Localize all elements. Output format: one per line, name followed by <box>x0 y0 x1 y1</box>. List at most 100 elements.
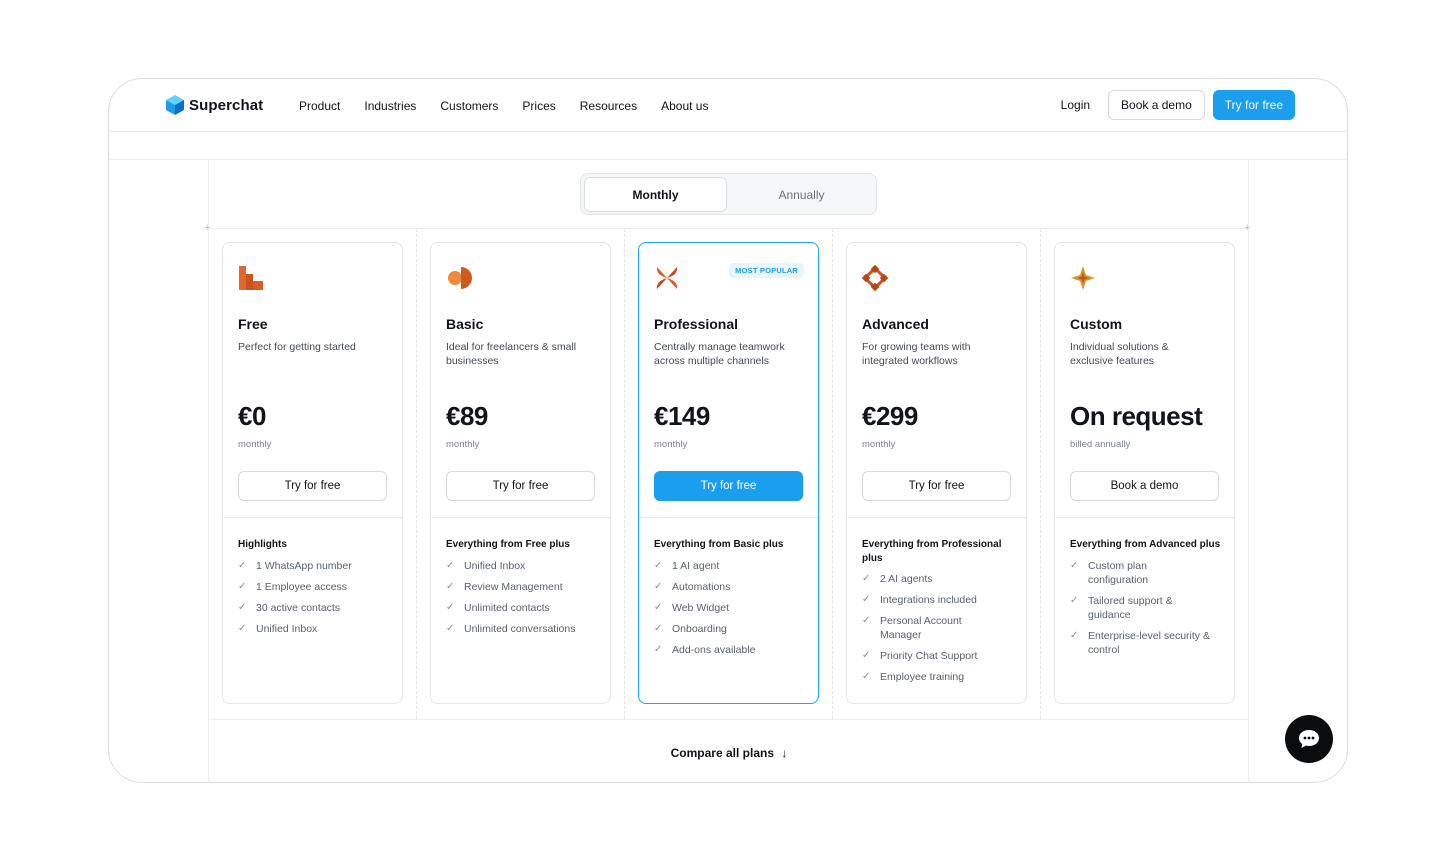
feature-label: Onboarding <box>672 623 727 635</box>
plan-name: Advanced <box>862 316 929 332</box>
corner-plus-icon: + <box>1244 222 1251 234</box>
chat-bubble-icon <box>1299 730 1319 748</box>
plan-price: €149 <box>654 401 710 431</box>
check-icon: ✓ <box>446 581 455 592</box>
feature-item: ✓ 1 AI agent <box>654 559 814 573</box>
features-title: Highlights <box>238 539 287 550</box>
billing-annually-option[interactable]: Annually <box>730 177 873 212</box>
features-title: Everything from Professional plus <box>862 539 1002 564</box>
plan-name: Basic <box>446 316 484 332</box>
try-free-button[interactable]: Try for free <box>862 471 1011 501</box>
feature-label: Unlimited conversations <box>464 623 576 635</box>
nav-item-industries[interactable]: Industries <box>364 99 416 113</box>
nav-item-product[interactable]: Product <box>299 99 340 113</box>
feature-item: ✓ Review Management <box>446 580 606 594</box>
plan-price-note: monthly <box>862 439 896 450</box>
check-icon: ✓ <box>1070 595 1079 606</box>
feature-item: ✓ Personal Account Manager <box>862 614 1022 642</box>
column-divider <box>1040 229 1041 719</box>
plan-card-basic: Basic Ideal for freelancers & small busi… <box>430 242 611 704</box>
check-icon: ✓ <box>654 602 663 613</box>
grid-line-right <box>1248 159 1249 782</box>
feature-label: Integrations included <box>880 594 977 606</box>
features-title: Everything from Advanced plus <box>1070 539 1221 550</box>
try-free-button[interactable]: Try for free <box>654 471 803 501</box>
check-icon: ✓ <box>862 650 871 661</box>
feature-item: ✓ 2 AI agents <box>862 572 1022 586</box>
try-free-button[interactable]: Try for free <box>1212 90 1295 120</box>
feature-item: ✓ Add-ons available <box>654 643 814 657</box>
basic-plan-icon <box>448 267 472 289</box>
feature-list: ✓ 1 WhatsApp number ✓ 1 Employee access ✓ 3… <box>238 559 398 643</box>
feature-label: Unlimited contacts <box>464 602 550 614</box>
toggle-divider <box>208 228 1249 229</box>
check-icon: ✓ <box>1070 560 1079 571</box>
check-icon: ✓ <box>238 602 247 613</box>
try-free-button[interactable]: Try for free <box>446 471 595 501</box>
browser-frame: Superchat Product Industries Customers P… <box>108 78 1348 783</box>
plan-description: Centrally manage teamwork across multipl… <box>654 341 785 367</box>
compare-label: Compare all plans <box>670 746 775 760</box>
feature-list: ✓ 2 AI agents ✓ Integrations included ✓ Per… <box>862 572 1022 691</box>
try-free-button[interactable]: Try for free <box>238 471 387 501</box>
check-icon: ✓ <box>238 581 247 592</box>
book-demo-button[interactable]: Book a demo <box>1108 90 1205 120</box>
card-divider <box>847 517 1026 518</box>
feature-item: ✓ Unified Inbox <box>238 622 398 636</box>
feature-label: Add-ons available <box>672 644 756 656</box>
feature-item: ✓ Onboarding <box>654 622 814 636</box>
feature-item: ✓ Unified Inbox <box>446 559 606 573</box>
nav-item-resources[interactable]: Resources <box>580 99 637 113</box>
feature-item: ✓ 30 active contacts <box>238 601 398 615</box>
features-title: Everything from Free plus <box>446 539 570 550</box>
plan-description: Perfect for getting started <box>238 341 356 353</box>
compare-all-plans-link[interactable]: Compare all plans ↓ <box>109 746 1347 760</box>
check-icon: ✓ <box>654 644 663 655</box>
plan-card-free: Free Perfect for getting started €0 mont… <box>222 242 403 704</box>
feature-item: ✓ Automations <box>654 580 814 594</box>
section-divider <box>109 159 1347 160</box>
feature-list: ✓ Unified Inbox ✓ Review Management ✓ Unlim… <box>446 559 606 643</box>
nav-item-about-us[interactable]: About us <box>661 99 708 113</box>
feature-label: 2 AI agents <box>880 573 933 585</box>
plan-name: Custom <box>1070 316 1123 332</box>
superchat-logo-icon <box>166 95 184 115</box>
feature-label: Priority Chat Support <box>880 650 978 662</box>
plan-card-professional: MOST POPULAR Professional Centrally mana… <box>638 242 819 704</box>
book-demo-button[interactable]: Book a demo <box>1070 471 1219 501</box>
features-title: Everything from Basic plus <box>654 539 784 550</box>
check-icon: ✓ <box>862 594 871 605</box>
check-icon: ✓ <box>238 560 247 571</box>
plan-name: Professional <box>654 316 739 332</box>
feature-item: ✓ Priority Chat Support <box>862 649 1022 663</box>
feature-label: 30 active contacts <box>256 602 341 614</box>
billing-toggle: Monthly Annually <box>580 173 877 215</box>
plan-card-custom: Custom Individual solutions & exclusive … <box>1054 242 1235 704</box>
feature-item: ✓ Tailored support & guidance <box>1070 594 1230 622</box>
brand-logo[interactable]: Superchat <box>165 94 263 116</box>
plan-price-note: monthly <box>238 439 272 450</box>
feature-item: ✓ Unlimited conversations <box>446 622 606 636</box>
plan-price: €299 <box>862 401 918 431</box>
advanced-plan-icon <box>862 265 888 291</box>
feature-list: ✓ 1 AI agent ✓ Automations ✓ Web Widget ✓ On… <box>654 559 814 664</box>
card-divider <box>431 517 610 518</box>
login-link[interactable]: Login <box>1061 98 1090 112</box>
feature-item: ✓ Unlimited contacts <box>446 601 606 615</box>
main-menu: Product Industries Customers Prices Reso… <box>299 79 708 132</box>
free-plan-icon <box>239 266 263 290</box>
cards-divider <box>208 719 1249 720</box>
check-icon: ✓ <box>862 615 871 626</box>
feature-label: Automations <box>672 581 731 593</box>
check-icon: ✓ <box>654 560 663 571</box>
check-icon: ✓ <box>654 623 663 634</box>
feature-label: Unified Inbox <box>464 560 526 572</box>
billing-monthly-option[interactable]: Monthly <box>584 177 727 212</box>
feature-label: Tailored support & guidance <box>1088 595 1173 621</box>
feature-label: Review Management <box>464 581 563 593</box>
nav-actions: Login Book a demo Try for free <box>1061 90 1295 120</box>
nav-item-customers[interactable]: Customers <box>440 99 498 113</box>
nav-item-prices[interactable]: Prices <box>522 99 555 113</box>
chat-widget-button[interactable] <box>1285 715 1333 763</box>
feature-label: 1 WhatsApp number <box>256 560 352 572</box>
